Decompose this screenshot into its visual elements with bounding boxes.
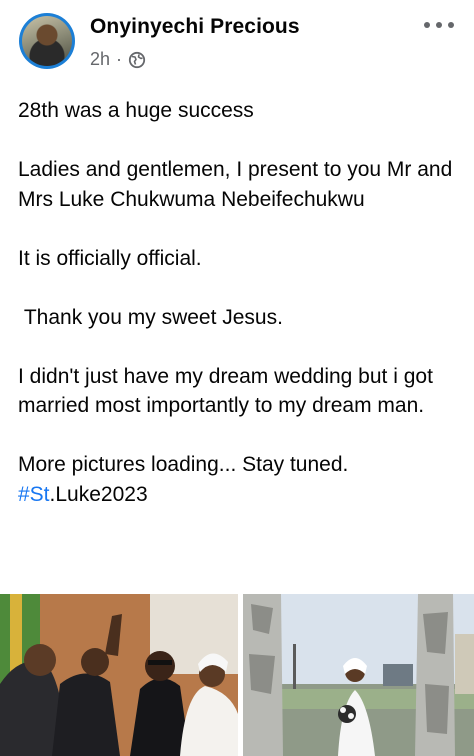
hashtag-link[interactable]: #St	[18, 483, 50, 506]
post-time[interactable]: 2h	[90, 49, 110, 70]
photo-bride-illustration	[243, 594, 474, 756]
wedding-photo-bride-outdoor[interactable]	[243, 594, 474, 756]
post-meta: 2h ·	[90, 49, 146, 70]
more-dot	[424, 22, 430, 28]
post-text: 28th was a huge success Ladies and gentl…	[18, 96, 458, 509]
more-dot	[448, 22, 454, 28]
post-paragraph: It is officially official.	[18, 246, 202, 270]
post-paragraph: Thank you my sweet Jesus.	[18, 305, 283, 329]
avatar-image	[22, 16, 72, 66]
photo-couple-illustration	[0, 594, 238, 756]
hashtag-suffix: .Luke2023	[49, 482, 148, 506]
post-paragraph-closing: More pictures loading... Stay tuned. #St.…	[18, 450, 458, 509]
more-dot	[436, 22, 442, 28]
post-paragraph: Ladies and gentlemen, I present to you M…	[18, 158, 459, 211]
author-avatar[interactable]	[19, 13, 75, 69]
post-paragraph: I didn't just have my dream wedding but …	[18, 364, 439, 418]
author-name[interactable]: Onyinyechi Precious	[90, 15, 300, 39]
post-paragraph: 28th was a huge success	[18, 99, 254, 122]
closing-line: More pictures loading... Stay tuned.	[18, 453, 349, 476]
post-header: Onyinyechi Precious 2h ·	[0, 0, 474, 84]
meta-separator: ·	[116, 49, 123, 69]
wedding-photo-couple-raising-hands[interactable]	[0, 594, 238, 756]
globe-icon[interactable]	[128, 51, 146, 69]
more-options-icon[interactable]	[424, 13, 454, 37]
